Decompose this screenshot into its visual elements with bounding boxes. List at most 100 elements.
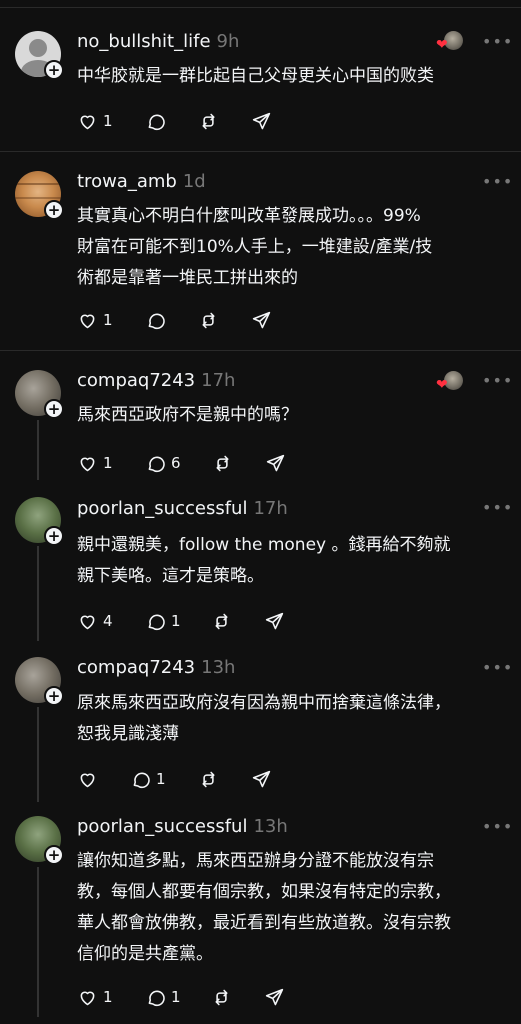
send-icon — [252, 311, 271, 328]
more-options-icon[interactable]: ••• — [482, 817, 513, 836]
send-icon — [265, 612, 284, 629]
send-icon — [265, 988, 284, 1005]
post-text: 中华胶就是一群比起自己父母更关心中国的败类 — [77, 66, 434, 86]
follow-plus-icon[interactable]: + — [44, 686, 64, 706]
post-header: poorlan_successful 13h — [77, 816, 288, 837]
thread-line — [37, 546, 39, 641]
post-divider — [0, 350, 521, 351]
follow-plus-icon[interactable]: + — [44, 200, 64, 220]
reply-button[interactable] — [145, 308, 171, 332]
post-text: 其實真心不明白什麼叫改革發展成功。。。99% 財富在可能不到10%人手上，一堆建… — [77, 206, 433, 288]
share-button[interactable] — [264, 985, 285, 1009]
repost-icon — [202, 771, 215, 787]
heart-icon — [80, 314, 95, 328]
repost-button[interactable] — [211, 609, 232, 633]
username[interactable]: compaq7243 — [77, 657, 195, 678]
comment-icon — [148, 614, 165, 630]
repost-button[interactable] — [198, 308, 219, 332]
liked-by-indicator: ❤ — [436, 371, 464, 395]
like-button[interactable]: 1 — [77, 308, 113, 332]
comment-icon — [133, 772, 150, 788]
thread-line — [37, 707, 39, 802]
heart-badge-icon: ❤ — [436, 377, 448, 393]
share-button[interactable] — [251, 308, 272, 332]
timestamp: 1d — [182, 171, 206, 192]
comment-icon — [148, 456, 165, 472]
reply-count: 1 — [156, 770, 166, 788]
follow-plus-icon[interactable]: + — [44, 399, 64, 419]
username[interactable]: trowa_amb — [77, 171, 177, 192]
comment-icon — [148, 990, 165, 1006]
repost-icon — [202, 113, 215, 129]
post-text: 讓你知道多點，馬來西亞辦身分證不能放沒有宗 教，每個人都要有個宗教，如果沒有特定… — [77, 851, 451, 964]
post-text: 親中還親美，follow the money 。錢再給不夠就 親下美咯。這才是策… — [77, 535, 451, 586]
post-text: 原來馬來西亞政府沒有因為親中而捨棄這條法律， 恕我見識淺薄 — [77, 693, 451, 744]
send-icon — [266, 454, 285, 471]
repost-icon — [216, 455, 229, 471]
more-options-icon[interactable]: ••• — [482, 32, 513, 51]
like-button[interactable]: 4 — [77, 609, 113, 633]
post-header: no_bullshit_life 9h — [77, 31, 239, 52]
heart-icon — [80, 615, 95, 629]
follow-plus-icon[interactable]: + — [44, 845, 64, 865]
more-options-icon[interactable]: ••• — [482, 498, 513, 517]
like-count: 4 — [103, 612, 113, 630]
reply-count: 6 — [171, 454, 181, 472]
username[interactable]: no_bullshit_life — [77, 31, 211, 52]
reply-button[interactable]: 1 — [145, 985, 181, 1009]
like-count: 1 — [103, 112, 113, 130]
more-options-icon[interactable]: ••• — [482, 371, 513, 390]
timestamp: 17h — [253, 498, 288, 519]
username[interactable]: poorlan_successful — [77, 498, 247, 519]
thread-line — [37, 420, 39, 480]
post-text: 馬來西亞政府不是親中的嗎？ — [77, 405, 298, 425]
top-divider — [0, 7, 521, 8]
like-count: 1 — [103, 454, 113, 472]
repost-icon — [202, 312, 215, 328]
username[interactable]: compaq7243 — [77, 370, 195, 391]
thread-line — [37, 867, 39, 1017]
reply-button[interactable] — [145, 109, 171, 133]
post-header: compaq7243 13h — [77, 657, 235, 678]
heart-badge-icon: ❤ — [436, 37, 448, 53]
timestamp: 17h — [201, 370, 236, 391]
comment-icon — [148, 313, 165, 329]
repost-icon — [215, 613, 228, 629]
like-button[interactable]: 1 — [77, 109, 113, 133]
repost-button[interactable] — [198, 767, 219, 791]
heart-icon — [80, 457, 95, 471]
heart-icon — [80, 991, 95, 1005]
repost-button[interactable] — [198, 109, 219, 133]
like-count: 1 — [103, 988, 113, 1006]
share-button[interactable] — [264, 609, 285, 633]
send-icon — [252, 112, 271, 129]
like-button[interactable]: 1 — [77, 451, 113, 475]
repost-icon — [215, 989, 228, 1005]
timestamp: 13h — [201, 657, 236, 678]
post-header: trowa_amb 1d — [77, 171, 206, 192]
heart-icon — [80, 773, 95, 787]
reply-button[interactable]: 6 — [145, 451, 181, 475]
follow-plus-icon[interactable]: + — [44, 526, 64, 546]
share-button[interactable] — [251, 767, 272, 791]
comment-icon — [148, 114, 165, 130]
send-icon — [252, 770, 271, 787]
reply-count: 1 — [171, 612, 181, 630]
post-divider — [0, 151, 521, 152]
reply-button[interactable]: 1 — [130, 767, 166, 791]
like-button[interactable]: 1 — [77, 985, 113, 1009]
like-button[interactable] — [77, 767, 103, 791]
more-options-icon[interactable]: ••• — [482, 658, 513, 677]
like-count: 1 — [103, 311, 113, 329]
reply-count: 1 — [171, 988, 181, 1006]
repost-button[interactable] — [212, 451, 233, 475]
liked-by-indicator: ❤ — [436, 31, 464, 55]
share-button[interactable] — [265, 451, 286, 475]
share-button[interactable] — [251, 109, 272, 133]
username[interactable]: poorlan_successful — [77, 816, 247, 837]
follow-plus-icon[interactable]: + — [44, 60, 64, 80]
heart-icon — [80, 115, 95, 129]
repost-button[interactable] — [211, 985, 232, 1009]
more-options-icon[interactable]: ••• — [482, 172, 513, 191]
reply-button[interactable]: 1 — [145, 609, 181, 633]
